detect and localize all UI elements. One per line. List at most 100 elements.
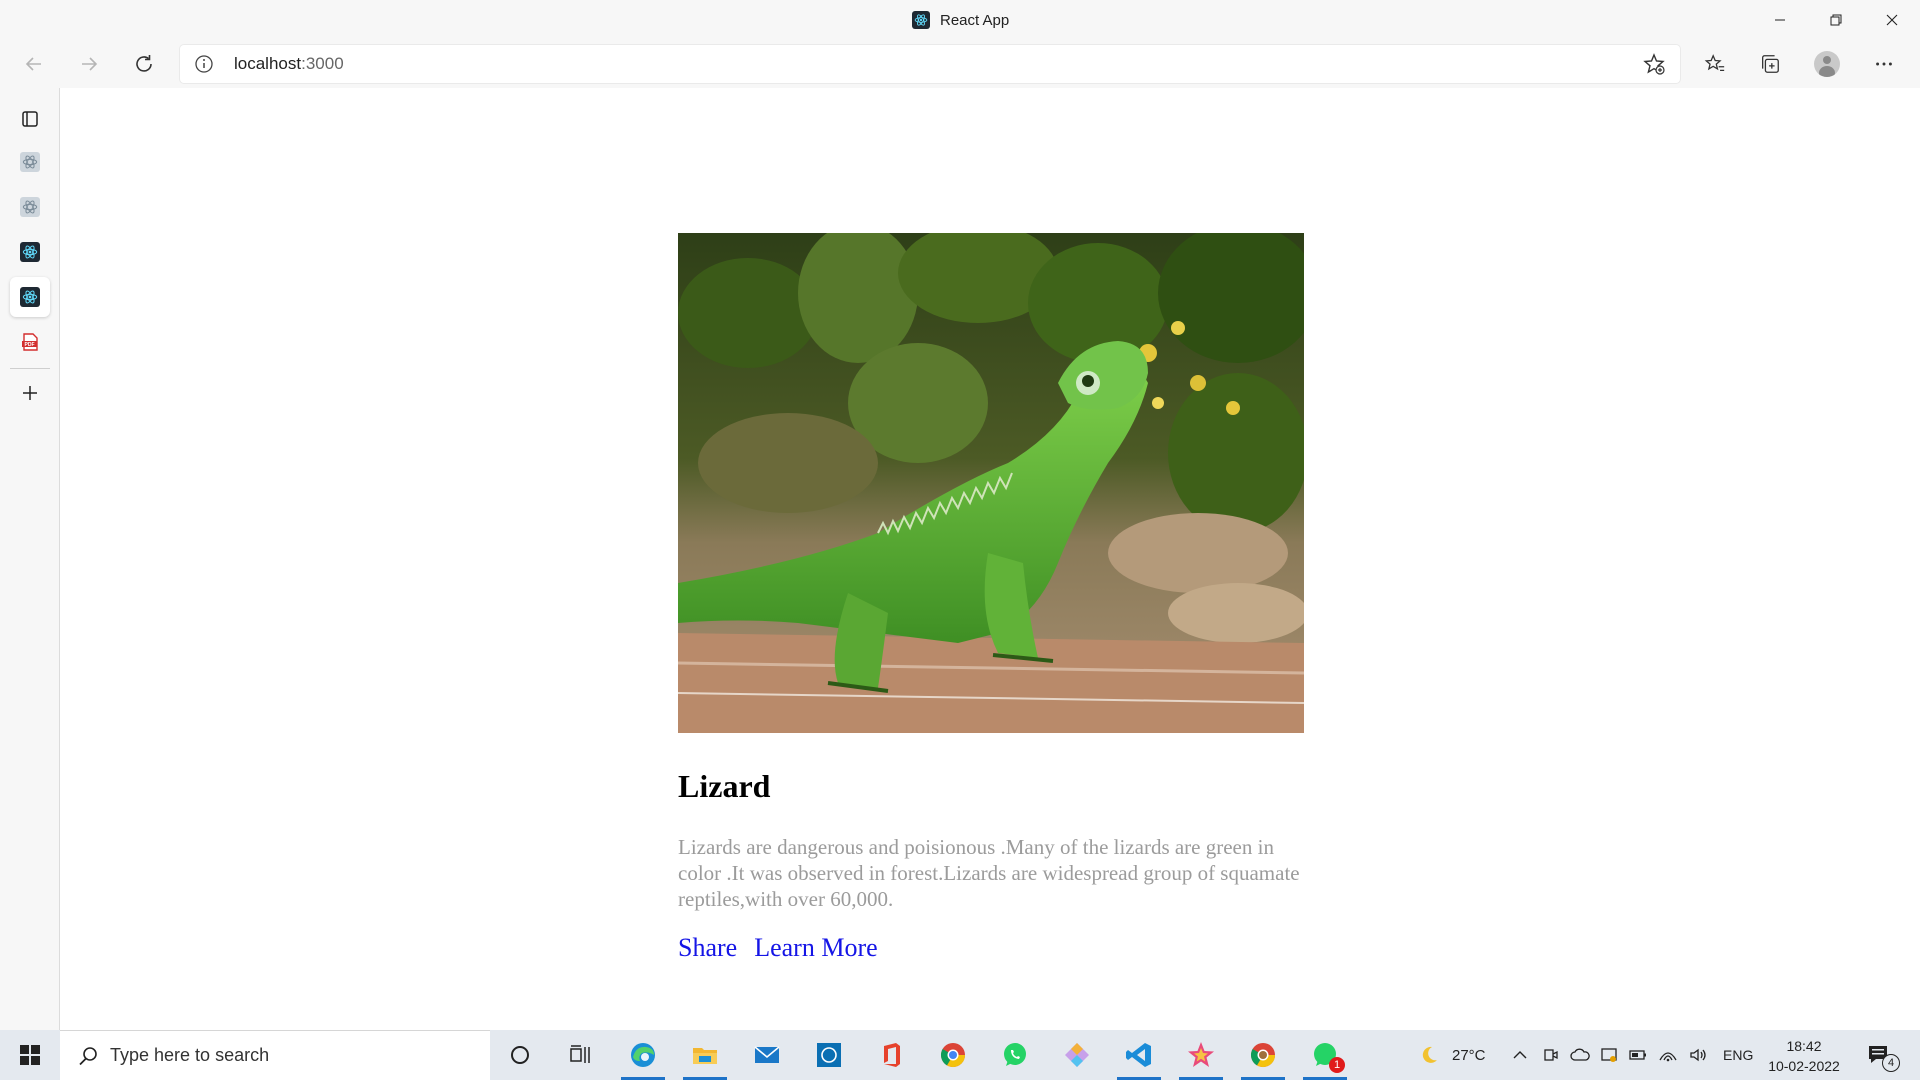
add-favorite-icon[interactable] [1642, 52, 1666, 76]
chrome-icon [940, 1043, 965, 1068]
address-bar[interactable]: localhost:3000 [180, 45, 1680, 83]
react-tab-3[interactable] [10, 232, 50, 272]
language-indicator[interactable]: ENG [1723, 1030, 1753, 1080]
card-title: Lizard [678, 768, 771, 804]
star-app-icon [1188, 1042, 1214, 1067]
react-icon [20, 152, 40, 172]
more-options-icon [1876, 62, 1892, 66]
weather-widget[interactable]: 27°C [1418, 1030, 1486, 1080]
vertical-tabs-sidebar: PDF [0, 88, 60, 1030]
taskbar-mail[interactable] [739, 1030, 795, 1080]
sidebar-divider [10, 368, 50, 369]
taskbar-git-app[interactable] [1049, 1030, 1105, 1080]
meet-now-icon[interactable] [1542, 1046, 1560, 1064]
tray-icons [1542, 1030, 1708, 1080]
refresh-icon [136, 55, 152, 72]
taskbar-whatsapp-2[interactable]: 1 [1297, 1030, 1353, 1080]
taskbar-edge[interactable] [615, 1030, 671, 1080]
share-link[interactable]: Share [678, 933, 737, 963]
react-icon [20, 242, 40, 262]
battery-icon[interactable] [1628, 1046, 1648, 1064]
edge-icon [631, 1043, 655, 1067]
chevron-up-icon [1513, 1051, 1527, 1059]
site-info-icon[interactable] [194, 54, 214, 74]
minimize-icon [1775, 19, 1785, 21]
action-center-button[interactable]: 4 [1866, 1030, 1900, 1080]
title-bar: React App [0, 0, 1920, 40]
react-tab-2[interactable] [10, 187, 50, 227]
collections-button[interactable] [1754, 48, 1786, 80]
collections-icon [1762, 55, 1779, 73]
start-button[interactable] [0, 1030, 60, 1080]
window-title: React App [912, 10, 1009, 30]
restore-icon [1830, 14, 1842, 26]
moon-icon [1422, 1046, 1437, 1063]
onedrive-icon[interactable] [1570, 1046, 1590, 1064]
forward-arrow-icon [82, 57, 98, 71]
new-tab-button[interactable] [10, 373, 50, 413]
pdf-tab[interactable]: PDF [10, 322, 50, 362]
task-view-icon [570, 1045, 590, 1063]
whatsapp-icon [1004, 1043, 1026, 1066]
volume-icon[interactable] [1688, 1046, 1708, 1064]
taskbar-chrome-profile[interactable] [1235, 1030, 1291, 1080]
svg-text:PDF: PDF [25, 342, 35, 348]
react-tab-1[interactable] [10, 142, 50, 182]
card-description: Lizards are dangerous and poisionous .Ma… [678, 835, 1300, 911]
forward-button[interactable] [73, 48, 105, 80]
learn-more-link[interactable]: Learn More [754, 933, 877, 963]
taskbar-vscode[interactable] [1111, 1030, 1167, 1080]
taskbar-office[interactable] [863, 1030, 919, 1080]
card-actions: Share Learn More [678, 933, 1304, 963]
clock-time: 18:42 [1786, 1038, 1822, 1054]
search-placeholder: Type here to search [110, 1045, 270, 1065]
restore-button[interactable] [1808, 0, 1864, 40]
plus-icon [23, 386, 37, 400]
taskbar-clock[interactable]: 18:42 10-02-2022 [1768, 1036, 1840, 1076]
wifi-icon[interactable] [1658, 1046, 1678, 1064]
tab-actions-icon [22, 111, 38, 127]
taskbar-whatsapp[interactable] [987, 1030, 1043, 1080]
taskbar-star-app[interactable] [1173, 1030, 1229, 1080]
url-text: localhost:3000 [234, 54, 344, 74]
security-icon[interactable] [1600, 1046, 1618, 1064]
close-button[interactable] [1864, 0, 1920, 40]
browser-toolbar: localhost:3000 [0, 40, 1920, 88]
office-icon [884, 1043, 900, 1067]
minimize-button[interactable] [1752, 0, 1808, 40]
taskbar-file-explorer[interactable] [677, 1030, 733, 1080]
tab-actions-button[interactable] [10, 99, 50, 139]
profile-button[interactable] [1811, 48, 1843, 80]
pdf-icon: PDF [22, 333, 38, 351]
react-icon [912, 11, 930, 29]
page-content: Lizard Lizards are dangerous and poision… [60, 88, 1920, 1030]
react-icon [20, 197, 40, 217]
dell-icon [817, 1043, 841, 1067]
settings-menu-button[interactable] [1868, 48, 1900, 80]
taskbar-chrome[interactable] [925, 1030, 981, 1080]
clock-date: 10-02-2022 [1768, 1058, 1840, 1074]
git-diamond-icon [1065, 1043, 1089, 1067]
task-view-button[interactable] [552, 1030, 608, 1080]
url-host: localhost [234, 54, 302, 73]
url-port: :3000 [301, 54, 344, 73]
vscode-icon [1126, 1043, 1151, 1067]
chrome-profile-icon [1250, 1043, 1275, 1068]
search-icon [79, 1047, 97, 1066]
cortana-button[interactable] [492, 1030, 548, 1080]
windows-taskbar: Type here to search 1 27°C ENG 18:42 10-… [0, 1030, 1920, 1080]
back-button[interactable] [18, 48, 50, 80]
window-title-text: React App [940, 11, 1010, 29]
windows-logo-icon [20, 1045, 40, 1065]
notification-count: 4 [1882, 1054, 1900, 1072]
close-icon [1886, 14, 1898, 26]
favorites-button[interactable] [1699, 48, 1731, 80]
taskbar-search-box[interactable]: Type here to search [60, 1030, 490, 1080]
taskbar-dell-app[interactable] [801, 1030, 857, 1080]
avatar [1814, 51, 1840, 77]
show-hidden-icons-button[interactable] [1512, 1030, 1528, 1080]
refresh-button[interactable] [128, 48, 160, 80]
react-tab-4-active[interactable] [10, 277, 50, 317]
card-image [678, 233, 1304, 733]
favorites-icon [1704, 54, 1725, 72]
